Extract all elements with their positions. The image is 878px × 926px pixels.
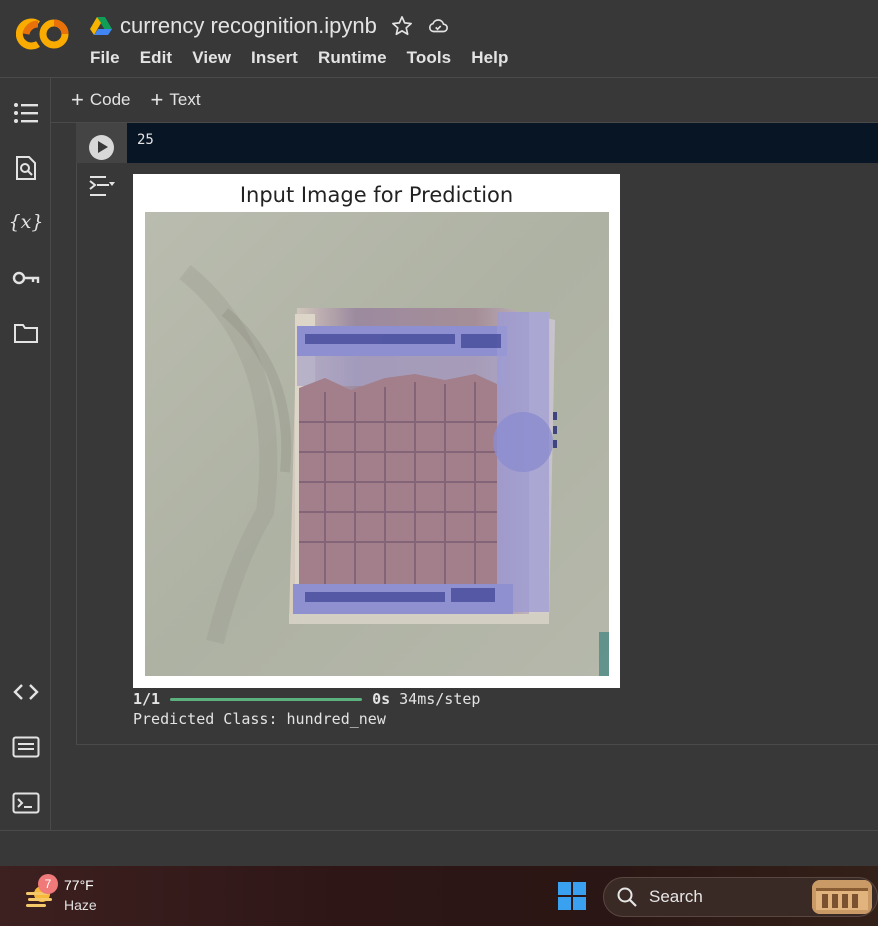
secrets-key-icon[interactable] [12,264,40,292]
colab-logo-icon[interactable] [16,14,72,54]
search-label: Search [649,887,703,906]
code-snippets-icon[interactable] [12,678,40,706]
windows-start-icon[interactable] [557,881,587,911]
menu-help[interactable]: Help [471,48,508,68]
colab-header: currency recognition.ipynb File Edit Vie… [0,0,878,78]
figure-title: Input Image for Prediction [239,183,514,207]
progress-steps: 1/1 [133,690,161,708]
plus-icon: + [150,87,164,112]
menu-file[interactable]: File [90,48,120,68]
weather-temperature[interactable]: 77°F [64,877,94,893]
progress-bar [170,697,363,701]
add-text-label: Text [169,90,201,109]
menu-edit[interactable]: Edit [140,48,173,68]
notebook-title[interactable]: currency recognition.ipynb [120,13,377,39]
code-cell-editor[interactable]: 25 [127,123,878,163]
google-drive-icon [90,17,112,35]
notebook-toolbar: + Code + Text [51,78,878,122]
search-highlight-image [812,880,872,914]
output-actions-icon[interactable] [88,173,116,199]
star-icon[interactable] [391,15,413,37]
files-folder-icon[interactable] [12,319,40,347]
run-cell-button[interactable] [89,135,114,160]
menu-tools[interactable]: Tools [407,48,452,68]
menu-view[interactable]: View [192,48,231,68]
prediction-figure: Input Image for Prediction [133,174,620,688]
add-code-button[interactable]: + Code [71,89,131,111]
left-sidebar: {x} [0,78,51,830]
add-code-label: Code [89,90,131,109]
colab-status-bar [0,830,878,866]
menu-runtime[interactable]: Runtime [318,48,387,68]
find-replace-icon[interactable] [12,154,40,182]
search-icon [617,887,637,907]
currency-note-image [145,212,609,676]
predicted-class-text: Predicted Class: hundred_new [133,710,386,728]
add-text-button[interactable]: + Text [151,89,201,111]
variables-icon[interactable]: {x} [9,208,44,236]
cell-output-value: 25 [137,132,154,148]
menu-insert[interactable]: Insert [251,48,298,68]
menu-bar: File Edit View Insert Runtime Tools Help [90,48,528,68]
terminal-icon[interactable] [12,789,40,817]
cloud-saved-icon[interactable] [427,15,449,37]
weather-notification-badge: 7 [38,874,58,894]
plus-icon: + [71,87,84,112]
table-of-contents-icon[interactable] [12,99,40,127]
prediction-progress: 1/1 0s 34ms/step [133,689,480,709]
command-palette-icon[interactable] [12,733,40,761]
progress-time: 0s [372,690,391,708]
weather-condition[interactable]: Haze [64,897,97,913]
progress-rate: 34ms/step [399,690,481,708]
